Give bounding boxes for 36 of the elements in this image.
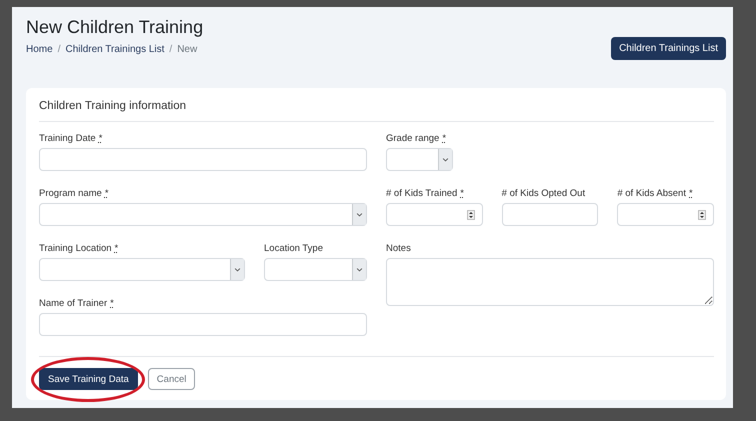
cancel-button[interactable]: Cancel <box>148 368 196 390</box>
number-field[interactable] <box>386 203 483 226</box>
field-label: # of Kids Trained * <box>386 188 465 199</box>
save-button[interactable]: Save Training Data <box>39 368 138 390</box>
field-label: Grade range * <box>386 133 448 144</box>
chevron-down-icon <box>438 149 452 170</box>
breadcrumb-separator: / <box>169 44 172 55</box>
text-field[interactable] <box>39 313 367 336</box>
chevron-down-icon <box>352 204 366 225</box>
field-label: # of Kids Opted Out <box>502 188 586 199</box>
select-field[interactable] <box>386 148 453 171</box>
field-label: Notes <box>386 243 412 254</box>
field-label: Training Location * <box>39 243 120 254</box>
spinner-icon <box>466 210 475 220</box>
notes-field[interactable] <box>386 258 714 306</box>
field-label: Name of Trainer * <box>39 298 115 309</box>
chevron-down-icon <box>230 259 244 280</box>
spinner-icon <box>698 210 706 220</box>
breadcrumb-link[interactable]: Home <box>26 44 53 55</box>
field-label: # of Kids Absent * <box>617 188 694 199</box>
number-field[interactable] <box>617 203 714 226</box>
breadcrumb-separator: / <box>58 44 60 55</box>
breadcrumb-current: New <box>177 44 198 55</box>
breadcrumb-link[interactable]: Children Trainings List <box>65 44 164 55</box>
field-label: Location Type <box>264 243 324 254</box>
page-title: New Children Training <box>26 17 204 38</box>
list-button[interactable]: Children Trainings List <box>611 37 726 60</box>
text-field[interactable] <box>502 203 598 226</box>
select-field[interactable] <box>39 258 245 281</box>
text-field[interactable] <box>39 148 367 171</box>
field-label: Training Date * <box>39 133 104 144</box>
select-field[interactable] <box>264 258 367 281</box>
field-label: Program name * <box>39 188 110 199</box>
select-field[interactable] <box>39 203 367 226</box>
chevron-down-icon <box>352 259 366 280</box>
card-title: Children Training information <box>39 100 714 122</box>
